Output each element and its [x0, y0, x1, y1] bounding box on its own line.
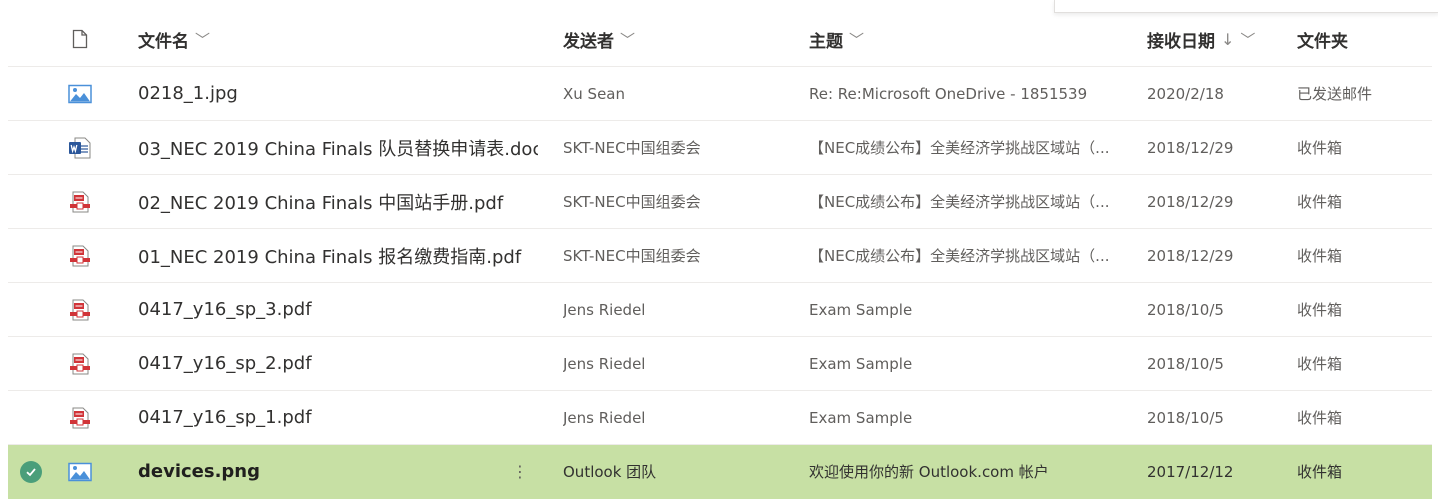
row-checkbox[interactable] [18, 337, 44, 390]
subject: Exam Sample [809, 354, 913, 373]
sender: SKT-NEC中国组委会 [563, 193, 701, 211]
file-row[interactable]: 02_NEC 2019 China Finals 中国站手册.pdf SKT-NE… [8, 175, 1432, 229]
folder: 收件箱 [1297, 139, 1343, 157]
checkmark-icon [20, 460, 42, 483]
sort-descending-arrow-icon: ↓ [1221, 29, 1235, 49]
file-list: 0218_1.jpg Xu Sean Re: Re:Microsoft OneDri… [8, 67, 1432, 499]
pdf-file-icon [66, 337, 94, 390]
pdf-file-icon [66, 175, 94, 228]
file-name[interactable]: 0218_1.jpg [138, 67, 538, 120]
received-date: 2017/12/12 [1147, 462, 1234, 481]
folder: 收件箱 [1297, 355, 1343, 373]
row-checkbox[interactable] [18, 121, 44, 174]
row-checkbox[interactable] [18, 175, 44, 228]
subject: Exam Sample [809, 300, 913, 319]
file-row[interactable]: 0218_1.jpg Xu Sean Re: Re:Microsoft OneDri… [8, 67, 1432, 121]
column-header-subject-label: 主题 [809, 31, 843, 52]
column-header-folder[interactable]: 文件夹 [1297, 12, 1427, 66]
subject: 【NEC成绩公布】全美经济学挑战区域站（... [809, 193, 1110, 211]
received-date: 2018/10/5 [1147, 408, 1224, 427]
file-name[interactable]: 03_NEC 2019 China Finals 队员替换申请表.docx [138, 121, 538, 174]
file-row[interactable]: 01_NEC 2019 China Finals 报名缴费指南.pdf SKT-N… [8, 229, 1432, 283]
subject: 【NEC成绩公布】全美经济学挑战区域站（... [809, 139, 1110, 157]
attachments-grid: 文件名 ﹀ 发送者 ﹀ 主题 ﹀ 接收日期 ↓ ﹀ 文件夹 0218_1.jpg… [8, 12, 1432, 499]
column-header-name[interactable]: 文件名 ﹀ [138, 12, 538, 66]
file-name[interactable]: 0417_y16_sp_2.pdf [138, 337, 538, 390]
folder: 收件箱 [1297, 193, 1343, 211]
pdf-file-icon [66, 229, 94, 282]
column-header-name-label: 文件名 [138, 31, 189, 52]
column-header-sender[interactable]: 发送者 ﹀ [563, 12, 793, 66]
sender: SKT-NEC中国组委会 [563, 247, 701, 265]
pdf-file-icon [66, 391, 94, 444]
folder: 收件箱 [1297, 301, 1343, 319]
folder: 收件箱 [1297, 409, 1343, 427]
chevron-down-icon: ﹀ [1240, 30, 1256, 49]
column-header-folder-label: 文件夹 [1297, 31, 1348, 52]
subject: Exam Sample [809, 408, 913, 427]
file-name[interactable]: 01_NEC 2019 China Finals 报名缴费指南.pdf [138, 229, 538, 282]
received-date: 2020/2/18 [1147, 84, 1224, 103]
column-header-sender-label: 发送者 [563, 31, 614, 52]
folder: 收件箱 [1297, 247, 1343, 265]
file-row[interactable]: 03_NEC 2019 China Finals 队员替换申请表.docx SKT… [8, 121, 1432, 175]
chevron-down-icon: ﹀ [195, 30, 211, 49]
column-header-subject[interactable]: 主题 ﹀ [809, 12, 1129, 66]
received-date: 2018/10/5 [1147, 300, 1224, 319]
more-options-icon[interactable]: ⋮ [508, 445, 532, 498]
row-checkbox[interactable] [18, 67, 44, 120]
sender: SKT-NEC中国组委会 [563, 139, 701, 157]
file-row[interactable]: 0417_y16_sp_3.pdf Jens Riedel Exam Sample 2… [8, 283, 1432, 337]
subject: 【NEC成绩公布】全美经济学挑战区域站（... [809, 247, 1110, 265]
document-icon [72, 29, 88, 49]
sender: Jens Riedel [563, 354, 646, 373]
word-file-icon [66, 121, 94, 174]
row-checkbox[interactable] [18, 229, 44, 282]
image-file-icon [66, 67, 94, 120]
folder: 已发送邮件 [1297, 85, 1373, 103]
column-header-date[interactable]: 接收日期 ↓ ﹀ [1147, 12, 1287, 66]
subject: Re: Re:Microsoft OneDrive - 1851539 [809, 84, 1088, 103]
sender: Outlook 团队 [563, 463, 657, 481]
file-row[interactable]: devices.png ⋮ Outlook 团队 欢迎使用你的新 Outlook.co… [8, 445, 1432, 499]
sender: Jens Riedel [563, 300, 646, 319]
received-date: 2018/12/29 [1147, 138, 1234, 157]
row-checkbox[interactable] [18, 445, 44, 498]
folder: 收件箱 [1297, 463, 1343, 481]
row-checkbox[interactable] [18, 283, 44, 336]
file-name[interactable]: 0417_y16_sp_3.pdf [138, 283, 538, 336]
image-file-icon [66, 445, 94, 498]
file-row[interactable]: 0417_y16_sp_1.pdf Jens Riedel Exam Sample 2… [8, 391, 1432, 445]
subject: 欢迎使用你的新 Outlook.com 帐户 [809, 463, 1049, 481]
column-header-date-label: 接收日期 [1147, 31, 1215, 52]
sender: Xu Sean [563, 84, 625, 103]
file-name[interactable]: devices.png [138, 445, 538, 498]
pdf-file-icon [66, 283, 94, 336]
sender: Jens Riedel [563, 408, 646, 427]
row-checkbox[interactable] [18, 391, 44, 444]
received-date: 2018/12/29 [1147, 192, 1234, 211]
chevron-down-icon: ﹀ [620, 30, 636, 49]
column-header-row: 文件名 ﹀ 发送者 ﹀ 主题 ﹀ 接收日期 ↓ ﹀ 文件夹 [8, 12, 1432, 67]
file-name[interactable]: 0417_y16_sp_1.pdf [138, 391, 538, 444]
file-type-column-header[interactable] [66, 12, 94, 66]
file-row[interactable]: 0417_y16_sp_2.pdf Jens Riedel Exam Sample 2… [8, 337, 1432, 391]
received-date: 2018/10/5 [1147, 354, 1224, 373]
chevron-down-icon: ﹀ [849, 30, 865, 49]
received-date: 2018/12/29 [1147, 246, 1234, 265]
file-name[interactable]: 02_NEC 2019 China Finals 中国站手册.pdf [138, 175, 538, 228]
